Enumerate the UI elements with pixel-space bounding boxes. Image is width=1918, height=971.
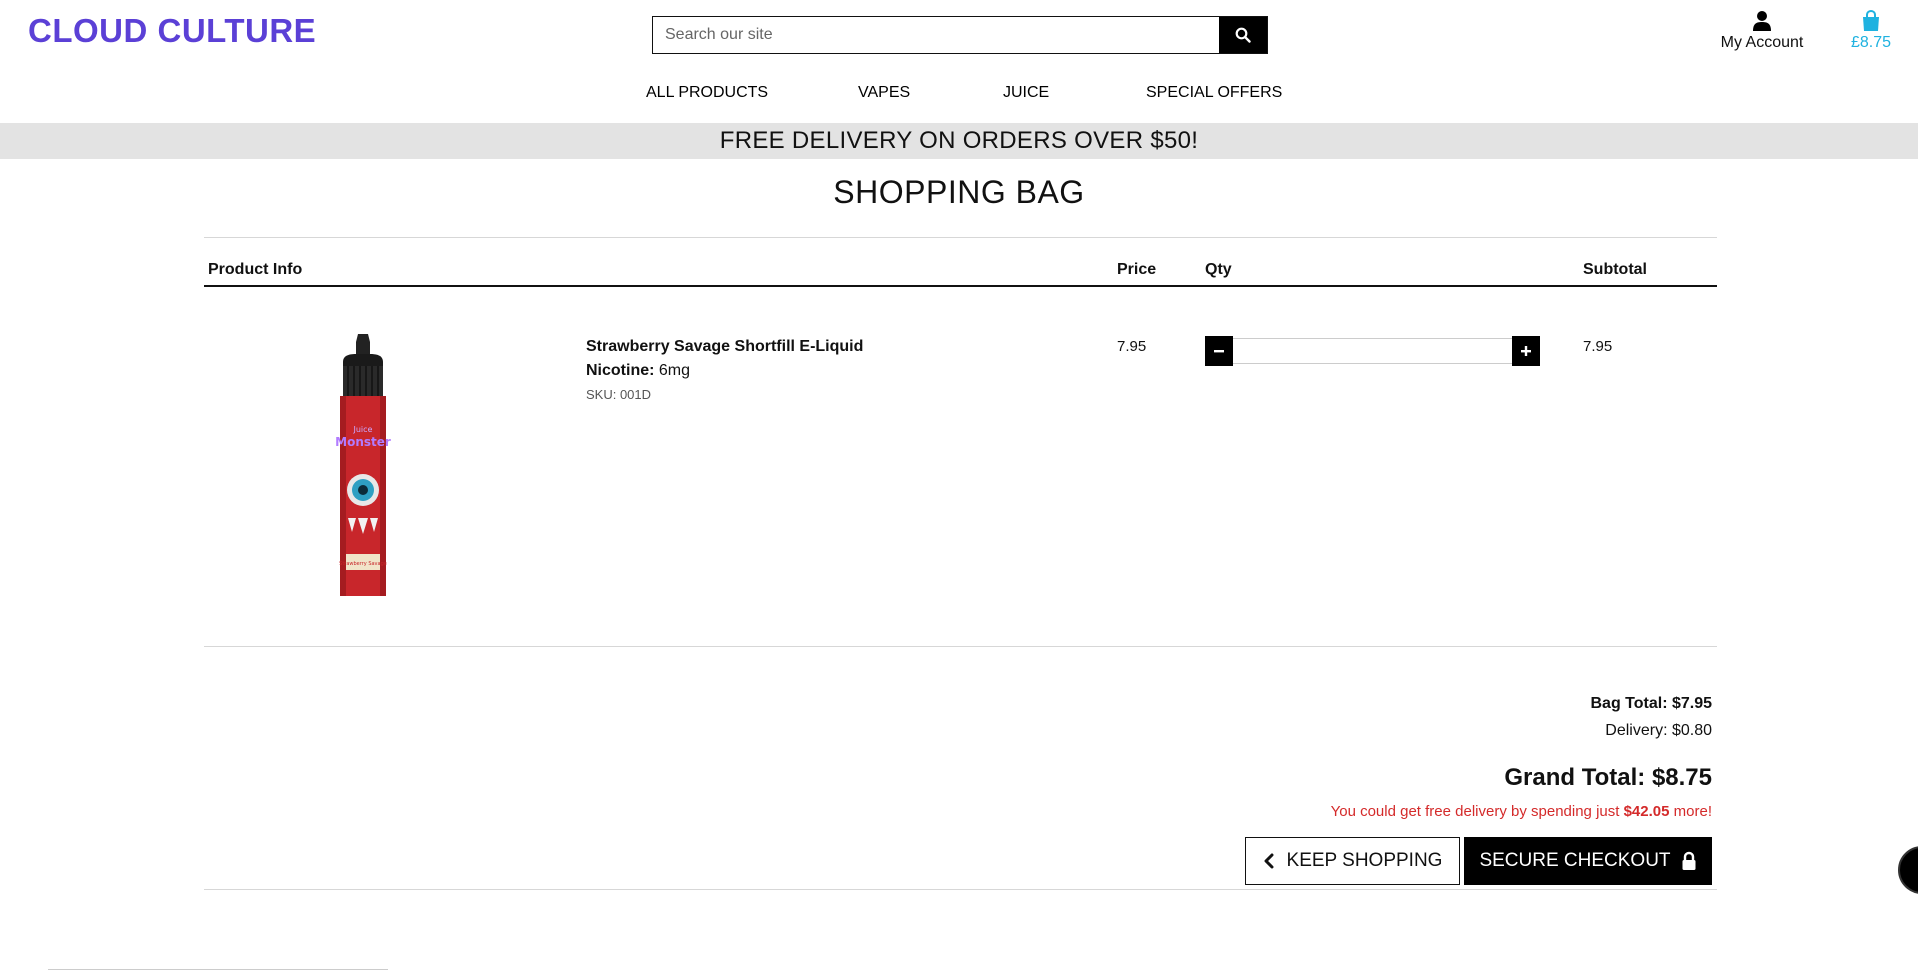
shopping-bag-link[interactable]: £8.75: [1846, 10, 1896, 52]
product-sku: SKU: 001D: [586, 387, 652, 402]
table-header-divider: [204, 285, 1717, 287]
free-delivery-amount: $42.05: [1623, 803, 1670, 820]
bag-total-amount: £8.75: [1850, 34, 1892, 51]
keep-shopping-label: KEEP SHOPPING: [1286, 850, 1443, 871]
header-subtotal: Subtotal: [1583, 261, 1647, 278]
title-divider: [204, 237, 1717, 238]
free-delivery-suffix: more!: [1673, 803, 1712, 820]
quantity-stepper: [1205, 336, 1540, 366]
search-button[interactable]: [1219, 17, 1267, 53]
footer-divider: [204, 889, 1717, 890]
bottom-divider: [48, 969, 388, 970]
nicotine-value: 6mg: [658, 362, 691, 379]
secure-checkout-button[interactable]: SECURE CHECKOUT: [1464, 837, 1712, 885]
minus-icon: [1214, 350, 1224, 353]
page-title: SHOPPING BAG: [833, 174, 1085, 210]
nav-juice[interactable]: JUICE: [1003, 84, 1049, 102]
quantity-input[interactable]: [1233, 338, 1512, 364]
delivery-banner: FREE DELIVERY ON ORDERS OVER $50!: [0, 123, 1918, 159]
grand-total: Grand Total: $8.75: [1504, 764, 1712, 791]
search-input[interactable]: [653, 17, 1219, 53]
delivery-cost: Delivery: $0.80: [1605, 722, 1712, 739]
lock-icon: [1682, 851, 1696, 870]
free-delivery-notice: You could get free delivery by spending …: [1331, 803, 1712, 820]
nav-vapes[interactable]: VAPES: [858, 84, 910, 102]
header-qty: Qty: [1205, 261, 1232, 278]
search-bar: [652, 16, 1268, 54]
my-account-link[interactable]: My Account: [1714, 10, 1810, 52]
free-delivery-prefix: You could get free delivery by spending …: [1330, 803, 1620, 820]
product-name: Strawberry Savage Shortfill E-Liquid: [586, 338, 864, 355]
secure-checkout-label: SECURE CHECKOUT: [1479, 850, 1671, 871]
svg-text:Strawberry Savage: Strawberry Savage: [339, 561, 387, 567]
shopping-bag-icon: [1863, 10, 1879, 31]
decrement-button[interactable]: [1205, 336, 1233, 366]
keep-shopping-button[interactable]: KEEP SHOPPING: [1245, 837, 1460, 885]
header-product-info: Product Info: [208, 261, 303, 278]
nicotine-label: Nicotine:: [586, 362, 655, 379]
site-logo[interactable]: CLOUD CULTURE: [28, 12, 316, 50]
increment-button[interactable]: [1512, 336, 1540, 366]
nav-all-products[interactable]: ALL PRODUCTS: [646, 84, 768, 102]
svg-text:Juice: Juice: [353, 425, 373, 434]
floating-action-button[interactable]: [1898, 846, 1918, 894]
product-image: Juice Monster Strawberry Savage: [335, 334, 391, 596]
product-subtotal: 7.95: [1583, 338, 1613, 355]
item-divider: [204, 646, 1717, 647]
nav-special-offers[interactable]: SPECIAL OFFERS: [1146, 84, 1282, 102]
product-price: 7.95: [1117, 338, 1147, 355]
bag-total: Bag Total: $7.95: [1590, 695, 1712, 712]
product-nicotine: Nicotine: 6mg: [586, 362, 690, 380]
svg-text:Monster: Monster: [335, 435, 391, 449]
plus-icon: [1521, 346, 1531, 356]
header-price: Price: [1117, 261, 1157, 278]
search-icon: [1235, 27, 1251, 43]
chevron-left-icon: [1264, 853, 1274, 869]
user-icon: [1753, 11, 1771, 31]
my-account-label: My Account: [1720, 34, 1804, 51]
